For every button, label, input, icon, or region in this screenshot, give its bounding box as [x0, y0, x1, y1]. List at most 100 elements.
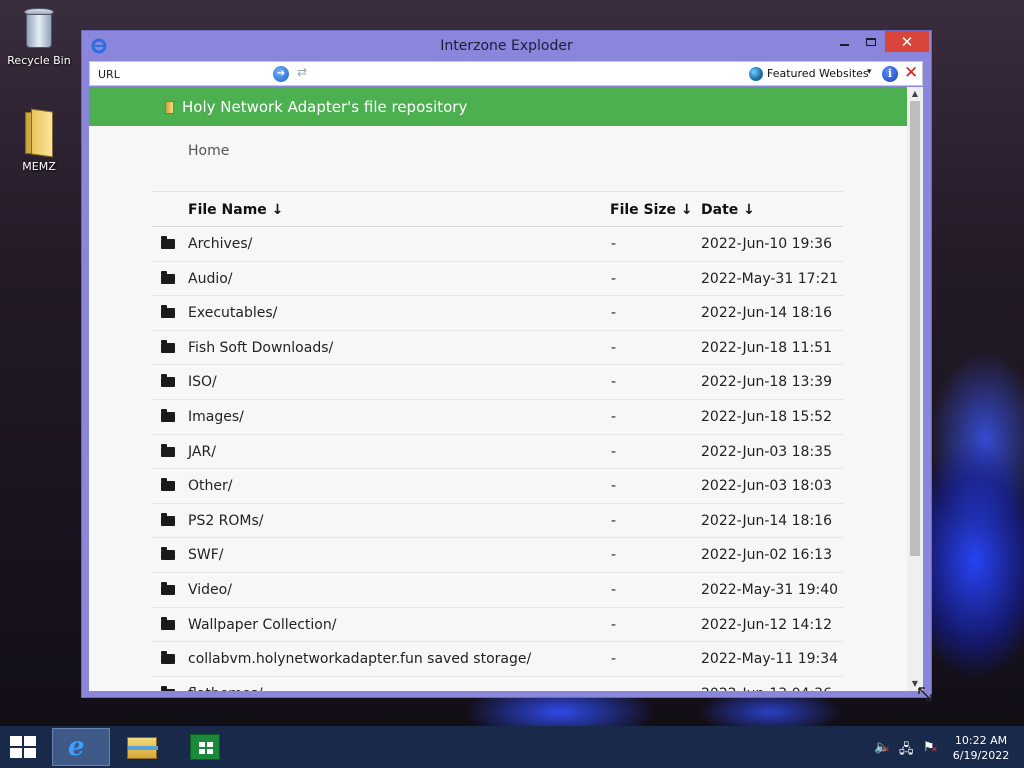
- file-date: 2022-May-31 17:21: [701, 270, 839, 287]
- window-title: Interzone Exploder: [440, 38, 573, 54]
- windows-start-icon[interactable]: [10, 736, 38, 758]
- file-size: -: [611, 339, 617, 356]
- table-row[interactable]: ISO/ - 2022-Jun-18 13:39: [152, 365, 843, 400]
- taskbar: e 🔈 ✕ 🖧 ⚑ ✕ 10:22 AM 6/19/2022: [0, 726, 1024, 768]
- file-name-link[interactable]: Wallpaper Collection/: [188, 617, 336, 633]
- close-button[interactable]: ✕: [885, 31, 929, 52]
- file-name-link[interactable]: ISO/: [188, 374, 217, 390]
- table-row[interactable]: flathemes/ - 2022-Jun-13 04:36: [152, 677, 843, 691]
- taskbar-file-explorer-icon[interactable]: [124, 734, 160, 760]
- file-size: -: [611, 443, 617, 460]
- folder-icon: [161, 651, 175, 665]
- folder-icon: [165, 101, 174, 114]
- file-date: 2022-Jun-12 14:12: [701, 616, 832, 633]
- desktop-icon-label: MEMZ: [22, 160, 56, 173]
- vertical-scrollbar[interactable]: ▲ ▼: [907, 87, 923, 691]
- url-input[interactable]: [98, 66, 258, 82]
- file-size: -: [611, 686, 616, 691]
- table-row[interactable]: Video/ - 2022-May-31 19:40: [152, 573, 843, 608]
- file-size: -: [611, 374, 617, 391]
- folder-icon: [161, 408, 175, 422]
- network-icon[interactable]: 🖧: [899, 740, 914, 762]
- table-row[interactable]: Archives/ - 2022-Jun-10 19:36: [152, 227, 843, 262]
- folder-icon: [161, 236, 175, 249]
- file-name-link[interactable]: Audio/: [188, 271, 233, 287]
- minimize-button[interactable]: [831, 31, 857, 52]
- resize-grip-icon[interactable]: [917, 686, 933, 702]
- file-name-link[interactable]: flathemes/: [188, 686, 263, 691]
- table-row[interactable]: PS2 ROMs/ - 2022-Jun-14 18:16: [152, 504, 843, 539]
- file-name-link[interactable]: Executables/: [188, 305, 277, 321]
- file-name-link[interactable]: collabvm.holynetworkadapter.fun saved st…: [188, 651, 531, 667]
- file-name-link[interactable]: Other/: [188, 478, 232, 494]
- file-date: 2022-Jun-14 18:16: [701, 305, 832, 322]
- info-icon[interactable]: i: [882, 66, 898, 82]
- featured-websites-menu[interactable]: Featured Websites: [767, 67, 869, 80]
- table-row[interactable]: collabvm.holynetworkadapter.fun saved st…: [152, 642, 843, 677]
- desktop-icon-recycle-bin[interactable]: Recycle Bin: [3, 6, 75, 67]
- clock-time: 10:22 AM: [954, 734, 1008, 747]
- file-date: 2022-Jun-18 13:39: [701, 374, 832, 391]
- file-size: -: [611, 408, 617, 425]
- file-date: 2022-Jun-18 15:52: [701, 408, 832, 425]
- table-row[interactable]: Fish Soft Downloads/ - 2022-Jun-18 11:51: [152, 331, 843, 366]
- file-date: 2022-Jun-13 04:36: [701, 686, 832, 691]
- page-title: Holy Network Adapter's file repository: [182, 98, 468, 116]
- file-name-link[interactable]: SWF/: [188, 547, 224, 563]
- maximize-icon: [866, 37, 876, 46]
- refresh-icon[interactable]: ⇄: [297, 65, 307, 79]
- action-center-flag-icon[interactable]: ⚑ ✕: [923, 740, 938, 755]
- desktop-icon-memz[interactable]: MEMZ: [3, 108, 75, 173]
- file-size: -: [611, 581, 617, 598]
- recycle-bin-icon: [22, 6, 56, 50]
- table-row[interactable]: Wallpaper Collection/ - 2022-Jun-12 14:12: [152, 608, 843, 643]
- sort-by-date-header[interactable]: Date ↓: [701, 202, 755, 218]
- sort-by-size-header[interactable]: File Size ↓: [610, 202, 693, 218]
- folder-icon: [161, 685, 175, 691]
- browser-window: Interzone Exploder ✕ ➔ ⇄ Featured Websit…: [81, 30, 932, 698]
- table-row[interactable]: Images/ - 2022-Jun-18 15:52: [152, 400, 843, 435]
- file-name-link[interactable]: PS2 ROMs/: [188, 513, 264, 529]
- scroll-thumb[interactable]: [910, 101, 920, 556]
- file-date: 2022-Jun-10 19:36: [701, 236, 832, 252]
- table-header: File Name ↓ File Size ↓ Date ↓: [152, 191, 843, 227]
- breadcrumb-home-link[interactable]: Home: [188, 143, 229, 159]
- folder-icon: [161, 616, 175, 630]
- desktop-icon-label: Recycle Bin: [7, 54, 71, 67]
- sort-by-name-header[interactable]: File Name ↓: [188, 202, 283, 218]
- folder-icon: [161, 478, 175, 492]
- file-name-link[interactable]: Fish Soft Downloads/: [188, 340, 333, 356]
- table-row[interactable]: Audio/ - 2022-May-31 17:21: [152, 262, 843, 297]
- address-bar: ➔ ⇄ Featured Websites ▾ i ✕: [89, 61, 923, 86]
- stop-icon[interactable]: ✕: [904, 63, 918, 83]
- globe-icon[interactable]: [749, 67, 763, 81]
- folder-icon: [21, 108, 57, 158]
- go-arrow-icon[interactable]: ➔: [273, 66, 289, 82]
- file-size: -: [611, 616, 617, 633]
- file-name-link[interactable]: JAR/: [188, 444, 216, 460]
- table-row[interactable]: Executables/ - 2022-Jun-14 18:16: [152, 296, 843, 331]
- maximize-button[interactable]: [858, 31, 884, 52]
- table-row[interactable]: JAR/ - 2022-Jun-03 18:35: [152, 435, 843, 470]
- scroll-up-arrow-icon[interactable]: ▲: [907, 87, 923, 101]
- folder-icon: [161, 512, 175, 526]
- file-size: -: [611, 512, 617, 529]
- folder-icon: [161, 339, 175, 353]
- folder-icon: [161, 305, 175, 319]
- file-date: 2022-Jun-14 18:16: [701, 512, 832, 529]
- title-bar[interactable]: Interzone Exploder ✕: [82, 31, 931, 61]
- taskbar-internet-explorer-icon[interactable]: e: [52, 728, 110, 766]
- file-name-link[interactable]: Images/: [188, 409, 244, 425]
- folder-icon: [161, 547, 175, 561]
- table-row[interactable]: Other/ - 2022-Jun-03 18:03: [152, 469, 843, 504]
- taskbar-store-icon[interactable]: [190, 734, 220, 760]
- file-name-link[interactable]: Video/: [188, 582, 232, 598]
- taskbar-clock[interactable]: 10:22 AM 6/19/2022: [946, 733, 1016, 763]
- volume-muted-icon[interactable]: 🔈 ✕: [874, 740, 890, 755]
- file-name-link[interactable]: Archives/: [188, 236, 252, 252]
- file-date: 2022-Jun-03 18:03: [701, 478, 832, 495]
- clock-date: 6/19/2022: [952, 749, 1010, 762]
- table-row[interactable]: SWF/ - 2022-Jun-02 16:13: [152, 538, 843, 573]
- chevron-down-icon[interactable]: ▾: [867, 67, 872, 77]
- page-content: Holy Network Adapter's file repository H…: [89, 87, 907, 691]
